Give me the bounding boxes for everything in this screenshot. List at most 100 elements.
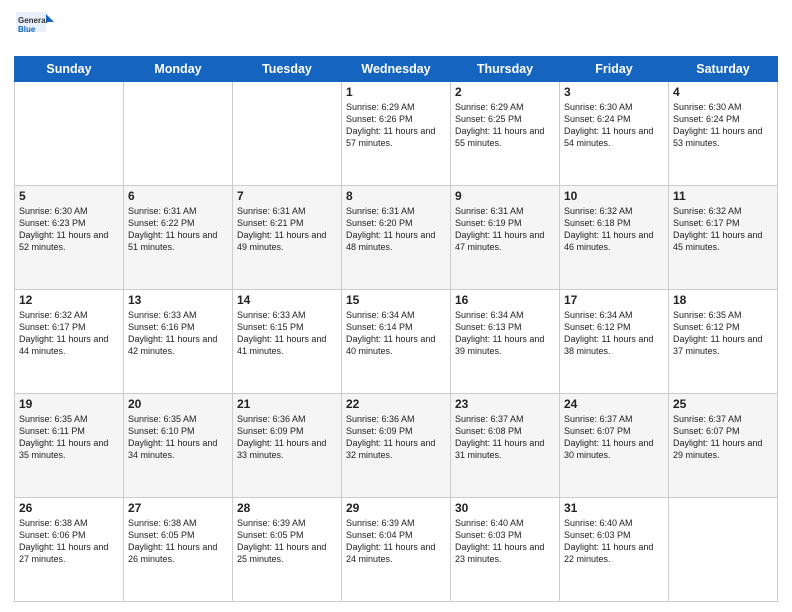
logo: General Blue bbox=[14, 10, 54, 50]
calendar-cell: 9 Sunrise: 6:31 AMSunset: 6:19 PMDaylight… bbox=[451, 186, 560, 290]
cell-info: Sunrise: 6:33 AMSunset: 6:15 PMDaylight:… bbox=[237, 309, 337, 358]
calendar-cell: 7Sunrise: 6:31 AMSunset: 6:21 PMDaylight… bbox=[233, 186, 342, 290]
cell-info: Sunrise: 6:34 AMSunset: 6:12 PMDaylight:… bbox=[564, 309, 664, 358]
day-number: 2 bbox=[455, 85, 555, 99]
calendar-cell: 28 Sunrise: 6:39 AMSunset: 6:05 PMDayligh… bbox=[233, 498, 342, 602]
cell-info: Sunrise: 6:34 AMSunset: 6:13 PMDaylight:… bbox=[455, 309, 555, 358]
day-number: 1 bbox=[346, 85, 446, 99]
svg-text:General: General bbox=[18, 16, 48, 25]
calendar-cell: 16 Sunrise: 6:34 AMSunset: 6:13 PMDayligh… bbox=[451, 290, 560, 394]
cell-info: Sunrise: 6:35 AMSunset: 6:11 PMDaylight:… bbox=[19, 413, 119, 462]
day-number: 26 bbox=[19, 501, 119, 515]
calendar-week-row: 5 Sunrise: 6:30 AMSunset: 6:23 PMDaylight… bbox=[15, 186, 778, 290]
calendar-cell: 4 Sunrise: 6:30 AMSunset: 6:24 PMDaylight… bbox=[669, 82, 778, 186]
day-number: 11 bbox=[673, 189, 773, 203]
cell-info: Sunrise: 6:40 AMSunset: 6:03 PMDaylight:… bbox=[455, 517, 555, 566]
day-number: 19 bbox=[19, 397, 119, 411]
weekday-header: Wednesday bbox=[342, 57, 451, 82]
day-number: 5 bbox=[19, 189, 119, 203]
day-number: 9 bbox=[455, 189, 555, 203]
cell-info: Sunrise: 6:38 AMSunset: 6:06 PMDaylight:… bbox=[19, 517, 119, 566]
weekday-header: Sunday bbox=[15, 57, 124, 82]
day-number: 28 bbox=[237, 501, 337, 515]
day-number: 16 bbox=[455, 293, 555, 307]
calendar-cell: 27Sunrise: 6:38 AMSunset: 6:05 PMDayligh… bbox=[124, 498, 233, 602]
calendar-cell bbox=[15, 82, 124, 186]
calendar-cell: 31 Sunrise: 6:40 AMSunset: 6:03 PMDayligh… bbox=[560, 498, 669, 602]
day-number: 14 bbox=[237, 293, 337, 307]
calendar-cell: 21 Sunrise: 6:36 AMSunset: 6:09 PMDayligh… bbox=[233, 394, 342, 498]
day-number: 18 bbox=[673, 293, 773, 307]
calendar-cell: 5 Sunrise: 6:30 AMSunset: 6:23 PMDaylight… bbox=[15, 186, 124, 290]
weekday-header: Monday bbox=[124, 57, 233, 82]
calendar-cell: 24 Sunrise: 6:37 AMSunset: 6:07 PMDayligh… bbox=[560, 394, 669, 498]
day-number: 25 bbox=[673, 397, 773, 411]
cell-info: Sunrise: 6:35 AMSunset: 6:12 PMDaylight:… bbox=[673, 309, 773, 358]
cell-info: Sunrise: 6:38 AMSunset: 6:05 PMDaylight:… bbox=[128, 517, 228, 566]
day-number: 31 bbox=[564, 501, 664, 515]
cell-info: Sunrise: 6:34 AMSunset: 6:14 PMDaylight:… bbox=[346, 309, 446, 358]
calendar-cell: 19 Sunrise: 6:35 AMSunset: 6:11 PMDayligh… bbox=[15, 394, 124, 498]
day-number: 12 bbox=[19, 293, 119, 307]
calendar-cell: 12 Sunrise: 6:32 AMSunset: 6:17 PMDayligh… bbox=[15, 290, 124, 394]
day-number: 24 bbox=[564, 397, 664, 411]
weekday-header: Saturday bbox=[669, 57, 778, 82]
calendar-cell bbox=[124, 82, 233, 186]
weekday-header-row: SundayMondayTuesdayWednesdayThursdayFrid… bbox=[15, 57, 778, 82]
day-number: 4 bbox=[673, 85, 773, 99]
cell-info: Sunrise: 6:32 AMSunset: 6:18 PMDaylight:… bbox=[564, 205, 664, 254]
day-number: 29 bbox=[346, 501, 446, 515]
calendar-cell: 11 Sunrise: 6:32 AMSunset: 6:17 PMDayligh… bbox=[669, 186, 778, 290]
calendar-cell: 23 Sunrise: 6:37 AMSunset: 6:08 PMDayligh… bbox=[451, 394, 560, 498]
cell-info: Sunrise: 6:36 AMSunset: 6:09 PMDaylight:… bbox=[346, 413, 446, 462]
cell-info: Sunrise: 6:30 AMSunset: 6:24 PMDaylight:… bbox=[564, 101, 664, 150]
calendar-cell: 18 Sunrise: 6:35 AMSunset: 6:12 PMDayligh… bbox=[669, 290, 778, 394]
day-number: 15 bbox=[346, 293, 446, 307]
calendar-cell: 13Sunrise: 6:33 AMSunset: 6:16 PMDayligh… bbox=[124, 290, 233, 394]
cell-info: Sunrise: 6:39 AMSunset: 6:05 PMDaylight:… bbox=[237, 517, 337, 566]
day-number: 17 bbox=[564, 293, 664, 307]
calendar-cell bbox=[669, 498, 778, 602]
cell-info: Sunrise: 6:30 AMSunset: 6:23 PMDaylight:… bbox=[19, 205, 119, 254]
cell-info: Sunrise: 6:32 AMSunset: 6:17 PMDaylight:… bbox=[19, 309, 119, 358]
calendar-cell: 26 Sunrise: 6:38 AMSunset: 6:06 PMDayligh… bbox=[15, 498, 124, 602]
calendar-cell: 29 Sunrise: 6:39 AMSunset: 6:04 PMDayligh… bbox=[342, 498, 451, 602]
cell-info: Sunrise: 6:32 AMSunset: 6:17 PMDaylight:… bbox=[673, 205, 773, 254]
cell-info: Sunrise: 6:31 AMSunset: 6:21 PMDaylight:… bbox=[237, 205, 337, 254]
cell-info: Sunrise: 6:29 AMSunset: 6:26 PMDaylight:… bbox=[346, 101, 446, 150]
calendar-cell bbox=[233, 82, 342, 186]
calendar-cell: 3 Sunrise: 6:30 AMSunset: 6:24 PMDaylight… bbox=[560, 82, 669, 186]
calendar-week-row: 12 Sunrise: 6:32 AMSunset: 6:17 PMDayligh… bbox=[15, 290, 778, 394]
day-number: 20 bbox=[128, 397, 228, 411]
day-number: 6 bbox=[128, 189, 228, 203]
calendar-cell: 2 Sunrise: 6:29 AMSunset: 6:25 PMDaylight… bbox=[451, 82, 560, 186]
calendar-cell: 20Sunrise: 6:35 AMSunset: 6:10 PMDayligh… bbox=[124, 394, 233, 498]
page-header: General Blue bbox=[14, 10, 778, 50]
calendar-cell: 8 Sunrise: 6:31 AMSunset: 6:20 PMDaylight… bbox=[342, 186, 451, 290]
cell-info: Sunrise: 6:29 AMSunset: 6:25 PMDaylight:… bbox=[455, 101, 555, 150]
calendar-cell: 14 Sunrise: 6:33 AMSunset: 6:15 PMDayligh… bbox=[233, 290, 342, 394]
cell-info: Sunrise: 6:40 AMSunset: 6:03 PMDaylight:… bbox=[564, 517, 664, 566]
cell-info: Sunrise: 6:37 AMSunset: 6:07 PMDaylight:… bbox=[564, 413, 664, 462]
day-number: 21 bbox=[237, 397, 337, 411]
cell-info: Sunrise: 6:37 AMSunset: 6:08 PMDaylight:… bbox=[455, 413, 555, 462]
calendar-week-row: 26 Sunrise: 6:38 AMSunset: 6:06 PMDayligh… bbox=[15, 498, 778, 602]
calendar-cell: 1 Sunrise: 6:29 AMSunset: 6:26 PMDaylight… bbox=[342, 82, 451, 186]
cell-info: Sunrise: 6:30 AMSunset: 6:24 PMDaylight:… bbox=[673, 101, 773, 150]
calendar-week-row: 1 Sunrise: 6:29 AMSunset: 6:26 PMDaylight… bbox=[15, 82, 778, 186]
calendar-cell: 6Sunrise: 6:31 AMSunset: 6:22 PMDaylight… bbox=[124, 186, 233, 290]
cell-info: Sunrise: 6:39 AMSunset: 6:04 PMDaylight:… bbox=[346, 517, 446, 566]
cell-info: Sunrise: 6:31 AMSunset: 6:19 PMDaylight:… bbox=[455, 205, 555, 254]
day-number: 8 bbox=[346, 189, 446, 203]
weekday-header: Thursday bbox=[451, 57, 560, 82]
day-number: 23 bbox=[455, 397, 555, 411]
weekday-header: Tuesday bbox=[233, 57, 342, 82]
calendar-cell: 17 Sunrise: 6:34 AMSunset: 6:12 PMDayligh… bbox=[560, 290, 669, 394]
day-number: 3 bbox=[564, 85, 664, 99]
cell-info: Sunrise: 6:33 AMSunset: 6:16 PMDaylight:… bbox=[128, 309, 228, 358]
calendar-week-row: 19 Sunrise: 6:35 AMSunset: 6:11 PMDayligh… bbox=[15, 394, 778, 498]
cell-info: Sunrise: 6:31 AMSunset: 6:20 PMDaylight:… bbox=[346, 205, 446, 254]
logo-svg: General Blue bbox=[14, 10, 54, 50]
cell-info: Sunrise: 6:36 AMSunset: 6:09 PMDaylight:… bbox=[237, 413, 337, 462]
calendar-cell: 25Sunrise: 6:37 AMSunset: 6:07 PMDayligh… bbox=[669, 394, 778, 498]
